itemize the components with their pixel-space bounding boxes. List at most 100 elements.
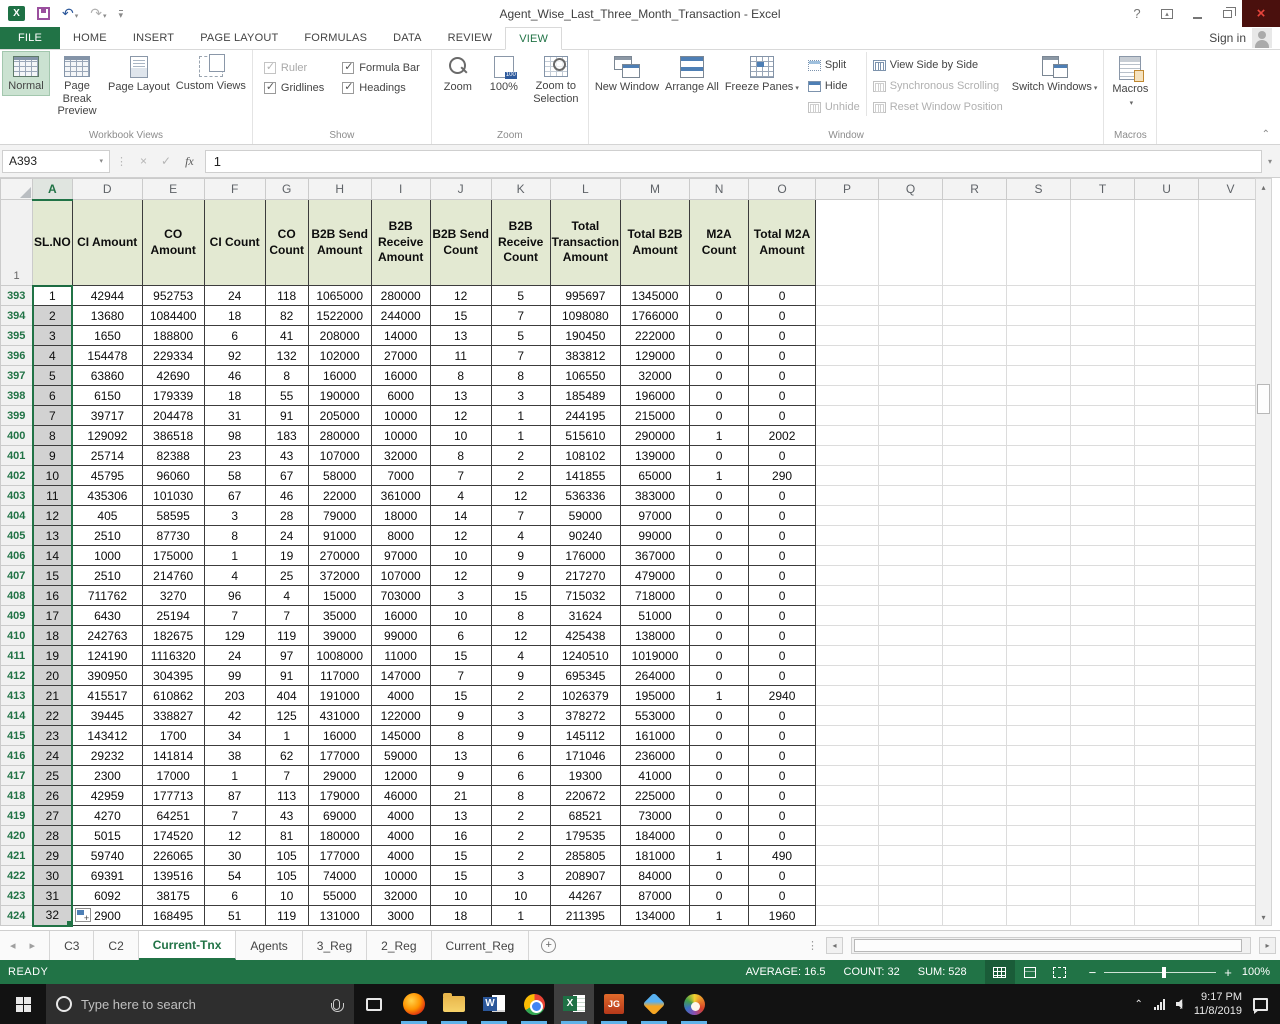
empty-cell[interactable] bbox=[816, 526, 879, 546]
cell[interactable]: 6430 bbox=[72, 606, 142, 626]
empty-cell[interactable] bbox=[943, 726, 1007, 746]
empty-cell[interactable] bbox=[1007, 466, 1071, 486]
cell[interactable]: 0 bbox=[749, 666, 816, 686]
macros-button[interactable]: Macros▾ bbox=[1107, 52, 1153, 110]
cell[interactable]: 21 bbox=[33, 686, 73, 706]
cell[interactable]: 30 bbox=[204, 846, 265, 866]
empty-cell[interactable] bbox=[816, 506, 879, 526]
cell[interactable]: 16 bbox=[33, 586, 73, 606]
empty-cell[interactable] bbox=[816, 466, 879, 486]
header-cell-4[interactable]: CO Count bbox=[265, 200, 308, 286]
empty-cell[interactable] bbox=[1007, 726, 1071, 746]
taskbar-app-file-explorer[interactable] bbox=[434, 984, 474, 1024]
empty-cell[interactable] bbox=[943, 326, 1007, 346]
cell[interactable]: 59000 bbox=[550, 506, 620, 526]
empty-cell[interactable] bbox=[1071, 826, 1135, 846]
cell[interactable]: 0 bbox=[749, 446, 816, 466]
cell[interactable]: 8 bbox=[491, 366, 550, 386]
empty-cell[interactable] bbox=[943, 426, 1007, 446]
help-button[interactable]: ? bbox=[1122, 0, 1152, 27]
cell[interactable]: 0 bbox=[690, 666, 749, 686]
empty-cell[interactable] bbox=[1199, 200, 1263, 286]
cell[interactable]: 105 bbox=[265, 866, 308, 886]
cell[interactable]: 113 bbox=[265, 786, 308, 806]
cell[interactable]: 122000 bbox=[371, 706, 430, 726]
cell[interactable]: 31 bbox=[33, 886, 73, 906]
empty-cell[interactable] bbox=[943, 666, 1007, 686]
cell[interactable]: 0 bbox=[749, 746, 816, 766]
cell[interactable]: 0 bbox=[690, 326, 749, 346]
empty-cell[interactable] bbox=[1071, 686, 1135, 706]
cell[interactable]: 1522000 bbox=[308, 306, 371, 326]
cell[interactable]: 367000 bbox=[621, 546, 690, 566]
cell[interactable]: 8 bbox=[204, 526, 265, 546]
empty-cell[interactable] bbox=[1071, 526, 1135, 546]
cell[interactable]: 125 bbox=[265, 706, 308, 726]
cell[interactable]: 0 bbox=[690, 446, 749, 466]
empty-cell[interactable] bbox=[1135, 746, 1199, 766]
column-header-M[interactable]: M bbox=[621, 179, 690, 200]
cell[interactable]: 208000 bbox=[308, 326, 371, 346]
cell[interactable]: 3000 bbox=[371, 906, 430, 926]
row-header-399[interactable]: 399 bbox=[1, 406, 33, 426]
empty-cell[interactable] bbox=[879, 346, 943, 366]
redo-button[interactable]: ↷▾ bbox=[90, 5, 106, 23]
empty-cell[interactable] bbox=[1199, 526, 1263, 546]
cell[interactable]: 0 bbox=[749, 766, 816, 786]
cell[interactable]: 0 bbox=[690, 646, 749, 666]
cell[interactable]: 12 bbox=[33, 506, 73, 526]
undo-button[interactable]: ↶▾ bbox=[62, 5, 78, 23]
cell[interactable]: 11 bbox=[33, 486, 73, 506]
empty-cell[interactable] bbox=[1199, 506, 1263, 526]
custom-views-button[interactable]: Custom Views bbox=[173, 52, 249, 95]
cell[interactable]: 97000 bbox=[621, 506, 690, 526]
zoom-to-selection-button[interactable]: Zoom to Selection bbox=[527, 52, 585, 107]
cell[interactable]: 90240 bbox=[550, 526, 620, 546]
cell[interactable]: 435306 bbox=[72, 486, 142, 506]
expand-formula-bar-button[interactable]: ▾ bbox=[1262, 157, 1278, 166]
empty-cell[interactable] bbox=[943, 466, 1007, 486]
cell[interactable]: 43 bbox=[265, 446, 308, 466]
cell[interactable]: 0 bbox=[749, 806, 816, 826]
cell[interactable]: 17 bbox=[33, 606, 73, 626]
empty-cell[interactable] bbox=[943, 626, 1007, 646]
cell[interactable]: 139516 bbox=[142, 866, 204, 886]
cell[interactable]: 0 bbox=[749, 366, 816, 386]
close-button[interactable]: × bbox=[1242, 0, 1280, 27]
empty-cell[interactable] bbox=[1071, 646, 1135, 666]
cell[interactable]: 0 bbox=[749, 306, 816, 326]
cell[interactable]: 5 bbox=[33, 366, 73, 386]
cell[interactable]: 10 bbox=[430, 886, 491, 906]
row-header-420[interactable]: 420 bbox=[1, 826, 33, 846]
empty-cell[interactable] bbox=[879, 466, 943, 486]
cell[interactable]: 18 bbox=[430, 906, 491, 926]
cell[interactable]: 2300 bbox=[72, 766, 142, 786]
cell[interactable]: 1650 bbox=[72, 326, 142, 346]
empty-cell[interactable] bbox=[1071, 906, 1135, 926]
row-header-394[interactable]: 394 bbox=[1, 306, 33, 326]
cell[interactable]: 8 bbox=[430, 726, 491, 746]
cell[interactable]: 16000 bbox=[371, 366, 430, 386]
cell[interactable]: 0 bbox=[690, 766, 749, 786]
empty-cell[interactable] bbox=[1007, 386, 1071, 406]
cell[interactable]: 25714 bbox=[72, 446, 142, 466]
empty-cell[interactable] bbox=[943, 526, 1007, 546]
empty-cell[interactable] bbox=[1199, 486, 1263, 506]
column-header-L[interactable]: L bbox=[550, 179, 620, 200]
header-cell-7[interactable]: B2B Send Count bbox=[430, 200, 491, 286]
empty-cell[interactable] bbox=[879, 426, 943, 446]
cell[interactable]: 183 bbox=[265, 426, 308, 446]
row-header-404[interactable]: 404 bbox=[1, 506, 33, 526]
header-cell-8[interactable]: B2B Receive Count bbox=[491, 200, 550, 286]
cell[interactable]: 338827 bbox=[142, 706, 204, 726]
empty-cell[interactable] bbox=[1135, 366, 1199, 386]
empty-cell[interactable] bbox=[879, 566, 943, 586]
cell[interactable]: 2002 bbox=[749, 426, 816, 446]
split-button[interactable]: Split bbox=[808, 56, 860, 74]
cell[interactable]: 0 bbox=[690, 306, 749, 326]
cell[interactable]: 1 bbox=[690, 686, 749, 706]
empty-cell[interactable] bbox=[943, 586, 1007, 606]
cell[interactable]: 225000 bbox=[621, 786, 690, 806]
empty-cell[interactable] bbox=[1199, 726, 1263, 746]
empty-cell[interactable] bbox=[816, 846, 879, 866]
